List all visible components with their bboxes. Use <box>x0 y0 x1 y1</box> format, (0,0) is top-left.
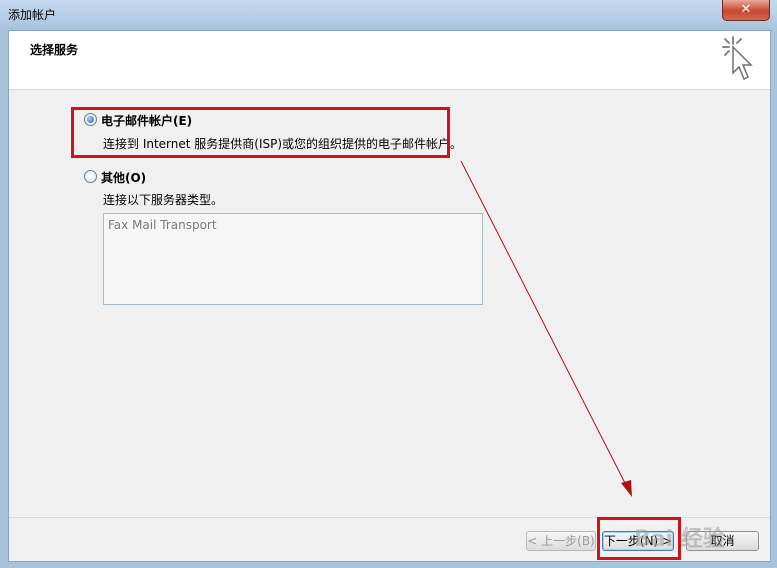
back-button[interactable]: < 上一步(B) <box>526 531 596 551</box>
page-title: 选择服务 <box>30 43 79 57</box>
other-radio[interactable] <box>84 170 97 183</box>
other-label[interactable]: 其他(O) <box>101 169 146 186</box>
title-bar: 添加帐户 ✕ <box>0 0 777 30</box>
email-option-highlight <box>71 107 450 158</box>
window-title: 添加帐户 <box>8 8 57 22</box>
list-item[interactable]: Fax Mail Transport <box>108 218 217 232</box>
watermark: Bai 经验 <box>634 527 725 552</box>
wizard-cursor-icon <box>722 36 753 81</box>
dialog-client: 选择服务 电子邮件帐户(E) 连接到 Internet 服务提供商(ISP)或您… <box>8 30 771 562</box>
other-description: 连接以下服务器类型。 <box>103 193 224 207</box>
wizard-header: 选择服务 <box>9 31 770 90</box>
server-type-list[interactable]: Fax Mail Transport <box>103 213 483 305</box>
close-button[interactable]: ✕ <box>722 0 770 21</box>
